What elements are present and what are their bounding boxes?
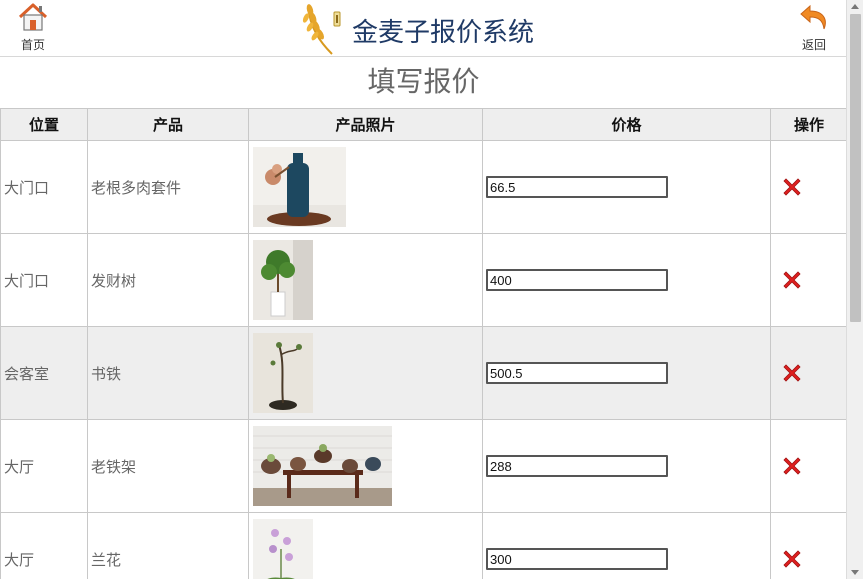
product-cell: 书铁 [87,326,249,420]
column-header-location: 位置 [0,108,88,141]
product-photo-money-tree [253,240,313,320]
quote-table: 位置 产品 产品照片 价格 操作 大门口 老根多肉套件 66.5 大门口 发财树… [0,108,847,579]
product-photo-bonsai-stand [253,333,313,413]
table-header-row: 位置 产品 产品照片 价格 操作 [0,108,847,141]
page-title: 填写报价 [367,65,480,98]
home-label: 首页 [20,38,45,52]
photo-cell [248,326,483,420]
column-header-photo: 产品照片 [248,108,483,141]
app-title: 金麦子报价系统 [352,18,535,48]
price-cell [482,326,771,420]
action-cell [770,326,847,420]
photo-cell [248,140,483,234]
home-button[interactable]: 首页 [8,2,58,53]
table-row: 会客室 书铁 [0,326,847,420]
location-cell: 大厅 [0,512,88,579]
product-cell: 老根多肉套件 [87,140,249,234]
price-input[interactable] [486,176,668,198]
scrollbar-thumb[interactable] [850,14,861,322]
app-header: 首页 金麦子报价系统 返回 [0,0,847,57]
price-cell [482,233,771,327]
product-photo-orchid [253,519,313,579]
vertical-scrollbar[interactable] [846,0,863,579]
location-cell: 大厅 [0,419,88,513]
location-cell: 大门口 [0,140,88,234]
price-cell [482,419,771,513]
wheat-logo-icon [302,4,341,55]
price-input[interactable] [486,362,668,384]
product-cell: 老铁架 [87,419,249,513]
price-input[interactable] [486,455,668,477]
scroll-down-arrow-icon[interactable] [851,570,859,575]
action-cell [770,419,847,513]
action-cell [770,140,847,234]
column-header-price: 价格 [482,108,771,141]
back-label: 返回 [801,38,826,52]
column-header-product: 产品 [87,108,249,141]
location-cell: 会客室 [0,326,88,420]
delete-icon[interactable] [780,361,804,385]
home-icon [18,3,48,31]
photo-cell [248,419,483,513]
delete-icon[interactable] [780,547,804,571]
photo-cell [248,512,483,579]
delete-icon[interactable] [780,175,804,199]
action-cell [770,512,847,579]
back-button[interactable]: 返回 [789,2,839,53]
back-arrow-icon [800,4,826,30]
column-header-action: 操作 [770,108,847,141]
delete-icon[interactable] [780,454,804,478]
price-input[interactable] [486,269,668,291]
location-cell: 大门口 [0,233,88,327]
table-row: 大门口 发财树 [0,233,847,327]
table-row: 大门口 老根多肉套件 [0,140,847,234]
photo-cell [248,233,483,327]
product-photo-vase-succulent [253,147,346,227]
price-input[interactable] [486,548,668,570]
table-row: 大厅 兰花 [0,512,847,579]
product-cell: 发财树 [87,233,249,327]
page: 首页 金麦子报价系统 返回 填写报价 位置 产品 产品照片 价格 操作 大门口 … [0,0,847,579]
table-row: 大厅 老铁架 [0,419,847,513]
price-cell [482,140,771,234]
scroll-up-arrow-icon[interactable] [851,4,859,9]
product-photo-iron-rack [253,426,392,506]
price-cell [482,512,771,579]
action-cell [770,233,847,327]
delete-icon[interactable] [780,268,804,292]
product-cell: 兰花 [87,512,249,579]
